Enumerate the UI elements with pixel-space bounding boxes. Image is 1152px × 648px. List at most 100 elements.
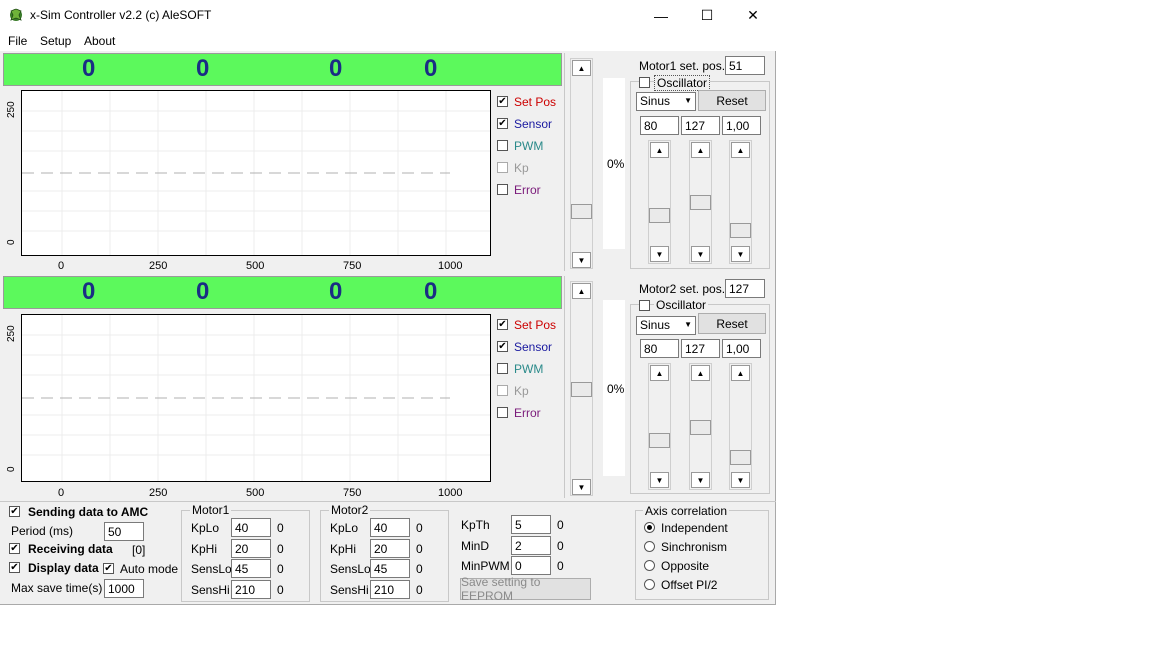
receiving-checkbox[interactable]: ✔ — [9, 543, 20, 554]
motor2-setpos-input[interactable]: 127 — [725, 279, 765, 298]
scroll-down-icon[interactable]: ▼ — [731, 472, 750, 488]
motor1-senshi-label: SensHi — [191, 583, 230, 597]
motor1-setpos-input[interactable]: 51 — [725, 56, 765, 75]
scroll-down-icon[interactable]: ▼ — [731, 246, 750, 262]
motor2-oscillator-checkbox[interactable] — [639, 300, 650, 311]
axis-independent-label: Independent — [661, 521, 728, 535]
scroll-up-icon[interactable]: ▲ — [650, 365, 669, 381]
scroll-down-icon[interactable]: ▼ — [572, 252, 591, 268]
motor1-osc-center[interactable]: 127 — [681, 116, 720, 135]
motor2-kp-checkbox[interactable] — [497, 385, 508, 396]
chevron-down-icon: ▼ — [684, 96, 692, 105]
auto-mode-label: Auto mode — [120, 562, 179, 576]
motor2-kplo-input[interactable]: 40 — [370, 518, 410, 537]
motor2-reset-button[interactable]: Reset — [698, 313, 766, 334]
motor2-center-scrollbar[interactable]: ▲ ▼ — [689, 363, 712, 490]
motor1-center-scrollbar[interactable]: ▲ ▼ — [689, 140, 712, 264]
axis-offset-label: Offset PI/2 — [661, 578, 718, 592]
motor2-setpos-checkbox[interactable]: ✔ — [497, 319, 508, 330]
scroll-up-icon[interactable]: ▲ — [731, 142, 750, 158]
maximize-button[interactable]: ☐ — [684, 0, 730, 31]
scroll-up-icon[interactable]: ▲ — [650, 142, 669, 158]
scroll-down-icon[interactable]: ▼ — [691, 472, 710, 488]
motor2-kphi-readout: 0 — [416, 542, 423, 556]
motor2-kphi-input[interactable]: 20 — [370, 539, 410, 558]
scroll-up-icon[interactable]: ▲ — [691, 365, 710, 381]
scroll-down-icon[interactable]: ▼ — [650, 472, 669, 488]
minimize-button[interactable]: — — [638, 0, 684, 31]
motor1-position-thumb[interactable] — [571, 204, 592, 219]
motor1-error-checkbox[interactable] — [497, 184, 508, 195]
period-input[interactable]: 50 — [104, 522, 144, 541]
motor2-senslo-input[interactable]: 45 — [370, 559, 410, 578]
motor1-senslo-input[interactable]: 45 — [231, 559, 271, 578]
scroll-down-icon[interactable]: ▼ — [691, 246, 710, 262]
motor1-percent: 0% — [607, 157, 625, 171]
max-save-input[interactable]: 1000 — [104, 579, 144, 598]
motor1-position-scrollbar[interactable]: ▲ ▼ — [570, 58, 593, 269]
motor2-ytick-250: 250 — [6, 325, 17, 342]
motor1-osc-amplitude[interactable]: 80 — [640, 116, 679, 135]
motor2-setpos-label: Set Pos — [514, 318, 557, 332]
motor2-plot — [21, 314, 491, 482]
motor2-error-label: Error — [514, 406, 541, 420]
scroll-down-icon[interactable]: ▼ — [650, 246, 669, 262]
motor1-setpos-label: Set Pos — [514, 95, 557, 109]
scroll-up-icon[interactable]: ▲ — [572, 60, 591, 76]
motor2-osc-frequency[interactable]: 1,00 — [722, 339, 761, 358]
motor1-senslo-readout: 0 — [277, 562, 284, 576]
kpth-input[interactable]: 5 — [511, 515, 551, 534]
motor2-frequency-scrollbar[interactable]: ▲ ▼ — [729, 363, 752, 490]
motor1-waveform-select[interactable]: Sinus ▼ — [636, 92, 696, 111]
motor2-frequency-thumb[interactable] — [730, 450, 751, 465]
minpwm-input[interactable]: 0 — [511, 556, 551, 575]
motor2-osc-amplitude[interactable]: 80 — [640, 339, 679, 358]
motor1-senshi-input[interactable]: 210 — [231, 580, 271, 599]
motor2-sensor-checkbox[interactable]: ✔ — [497, 341, 508, 352]
motor1-amplitude-scrollbar[interactable]: ▲ ▼ — [648, 140, 671, 264]
motor1-pwm-checkbox[interactable] — [497, 140, 508, 151]
motor1-setpos-checkbox[interactable]: ✔ — [497, 96, 508, 107]
motor2-osc-center[interactable]: 127 — [681, 339, 720, 358]
motor1-kplo-input[interactable]: 40 — [231, 518, 271, 537]
motor1-readout-4: 0 — [424, 55, 438, 82]
menu-about[interactable]: About — [84, 34, 115, 48]
sending-checkbox[interactable]: ✔ — [9, 506, 20, 517]
motor2-center-thumb[interactable] — [690, 420, 711, 435]
motor2-position-thumb[interactable] — [571, 382, 592, 397]
motor1-frequency-thumb[interactable] — [730, 223, 751, 238]
menu-file[interactable]: File — [8, 34, 27, 48]
motor1-amplitude-thumb[interactable] — [649, 208, 670, 223]
scroll-up-icon[interactable]: ▲ — [691, 142, 710, 158]
minimize-icon: — — [654, 7, 668, 24]
axis-opposite-radio[interactable] — [644, 560, 655, 571]
scroll-up-icon[interactable]: ▲ — [731, 365, 750, 381]
motor1-frequency-scrollbar[interactable]: ▲ ▼ — [729, 140, 752, 264]
motor1-osc-frequency[interactable]: 1,00 — [722, 116, 761, 135]
motor2-error-checkbox[interactable] — [497, 407, 508, 418]
motor2-pwm-checkbox[interactable] — [497, 363, 508, 374]
display-checkbox[interactable]: ✔ — [9, 562, 20, 573]
motor2-waveform-select[interactable]: Sinus ▼ — [636, 316, 696, 335]
motor1-sensor-checkbox[interactable]: ✔ — [497, 118, 508, 129]
save-eeprom-button[interactable]: Save setting to EEPROM — [460, 575, 591, 603]
motor1-center-thumb[interactable] — [690, 195, 711, 210]
motor2-senshi-input[interactable]: 210 — [370, 580, 410, 599]
axis-sinchronism-radio[interactable] — [644, 541, 655, 552]
motor1-kp-checkbox[interactable] — [497, 162, 508, 173]
auto-mode-checkbox[interactable]: ✔ — [103, 563, 114, 574]
scroll-up-icon[interactable]: ▲ — [572, 283, 591, 299]
motor1-reset-button[interactable]: Reset — [698, 90, 766, 111]
motor2-amplitude-scrollbar[interactable]: ▲ ▼ — [648, 363, 671, 490]
mind-input[interactable]: 2 — [511, 536, 551, 555]
menu-setup[interactable]: Setup — [40, 34, 71, 48]
motor2-amplitude-thumb[interactable] — [649, 433, 670, 448]
motor1-readout-1: 0 — [82, 55, 96, 82]
close-button[interactable]: ✕ — [730, 0, 776, 31]
axis-offset-radio[interactable] — [644, 579, 655, 590]
motor2-position-scrollbar[interactable]: ▲ ▼ — [570, 281, 593, 496]
motor1-oscillator-checkbox[interactable] — [639, 77, 650, 88]
scroll-down-icon[interactable]: ▼ — [572, 479, 591, 495]
motor1-kphi-input[interactable]: 20 — [231, 539, 271, 558]
axis-independent-radio[interactable] — [644, 522, 655, 533]
